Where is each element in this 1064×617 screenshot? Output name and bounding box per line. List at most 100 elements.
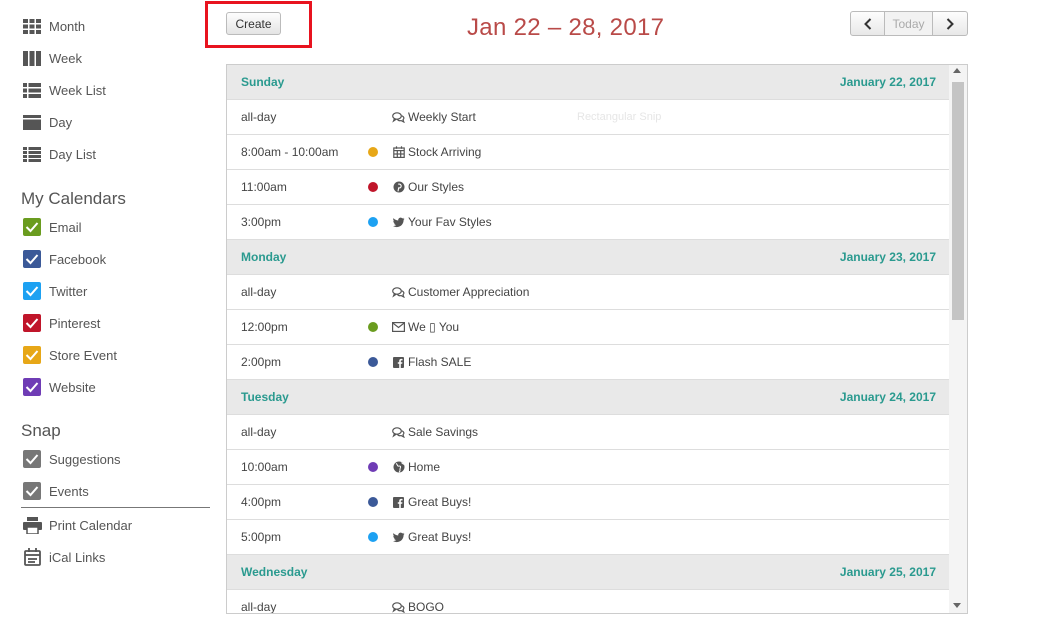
ical-links-link[interactable]: iCal Links <box>22 546 105 568</box>
previous-button[interactable] <box>850 11 885 36</box>
view-label: Day List <box>49 146 96 162</box>
scroll-thumb[interactable] <box>952 82 964 320</box>
checkbox-checked-icon[interactable] <box>23 250 41 268</box>
comments-icon <box>392 111 405 123</box>
view-week-list[interactable]: Week List <box>22 79 106 101</box>
event-row[interactable]: 8:00am - 10:00am Stock Arriving <box>227 135 950 170</box>
view-week[interactable]: Week <box>22 47 82 69</box>
checkbox-checked-icon[interactable] <box>23 378 41 396</box>
calendar-color-dot <box>368 357 378 367</box>
event-row[interactable]: 5:00pm Great Buys! <box>227 520 950 555</box>
event-title-text: Stock Arriving <box>408 145 482 159</box>
scroll-up-arrow-icon[interactable] <box>953 68 961 73</box>
event-row[interactable]: 4:00pm Great Buys! <box>227 485 950 520</box>
agenda-list[interactable]: Sunday January 22, 2017 all-day Weekly Star… <box>226 64 968 614</box>
week-columns-icon <box>22 50 42 67</box>
print-calendar-label: Print Calendar <box>49 517 133 533</box>
snap-heading: Snap <box>21 421 61 440</box>
event-row[interactable]: 10:00am Home <box>227 450 950 485</box>
event-row[interactable]: 11:00am Our Styles <box>227 170 950 205</box>
event-title-text: We ▯ You <box>408 320 460 334</box>
checkbox-checked-icon[interactable] <box>23 218 41 236</box>
checkbox-checked-icon[interactable] <box>23 314 41 332</box>
event-title-text: BOGO <box>408 600 445 614</box>
calendar-color-dot <box>368 182 378 192</box>
day-date: January 24, 2017 <box>839 390 936 404</box>
event-title[interactable]: Flash SALE <box>392 355 471 369</box>
event-title[interactable]: Great Buys! <box>392 495 471 509</box>
globe-icon <box>392 461 405 473</box>
view-day-list[interactable]: Day List <box>22 143 96 165</box>
checkbox-checked-icon[interactable] <box>23 482 41 500</box>
event-time: 8:00am - 10:00am <box>241 145 339 159</box>
calendar-website[interactable]: Website <box>23 377 96 397</box>
calendar-icon <box>22 548 42 566</box>
event-title[interactable]: Great Buys! <box>392 530 471 544</box>
checkbox-checked-icon[interactable] <box>23 346 41 364</box>
event-row[interactable]: all-day Customer Appreciation <box>227 275 950 310</box>
day-name: Tuesday <box>241 390 289 404</box>
calendar-facebook[interactable]: Facebook <box>23 249 106 269</box>
event-time: all-day <box>241 600 277 614</box>
event-title[interactable]: Customer Appreciation <box>392 285 529 299</box>
snap-label: Suggestions <box>49 451 121 467</box>
twitter-icon <box>392 216 405 228</box>
event-title[interactable]: Stock Arriving <box>392 145 481 159</box>
print-calendar-link[interactable]: Print Calendar <box>22 514 132 536</box>
event-title-text: Flash SALE <box>408 355 472 369</box>
day-list-icon <box>22 146 42 163</box>
event-row[interactable]: all-day Weekly Start Rectangular Snip <box>227 100 950 135</box>
event-time: all-day <box>241 110 277 124</box>
next-button[interactable] <box>933 11 968 36</box>
calendar-color-dot <box>368 462 378 472</box>
calendar-email[interactable]: Email <box>23 217 82 237</box>
view-day[interactable]: Day <box>22 111 72 133</box>
snap-suggestions[interactable]: Suggestions <box>23 449 121 469</box>
calendar-label: Website <box>49 379 96 395</box>
calendar-twitter[interactable]: Twitter <box>23 281 87 301</box>
ghost-overlay-text: Rectangular Snip <box>577 111 662 123</box>
event-title[interactable]: Your Fav Styles <box>392 215 492 229</box>
event-time: 5:00pm <box>241 530 282 544</box>
ical-links-label: iCal Links <box>49 549 106 565</box>
calendar-store-event[interactable]: Store Event <box>23 345 117 365</box>
event-title-text: Great Buys! <box>408 530 472 544</box>
snap-events[interactable]: Events <box>23 481 89 501</box>
day-date: January 25, 2017 <box>839 565 936 579</box>
facebook-icon <box>392 356 405 368</box>
comments-icon <box>392 601 405 613</box>
event-title[interactable]: We ▯ You <box>392 320 459 334</box>
calendar-color-dot <box>368 532 378 542</box>
scroll-down-arrow-icon[interactable] <box>953 603 961 608</box>
event-row[interactable]: all-day BOGO <box>227 590 950 614</box>
comments-icon <box>392 286 405 298</box>
event-row[interactable]: all-day Sale Savings <box>227 415 950 450</box>
event-row[interactable]: 3:00pm Your Fav Styles <box>227 205 950 240</box>
event-title[interactable]: BOGO <box>392 600 445 614</box>
view-month[interactable]: Month <box>22 15 85 37</box>
view-label: Day <box>49 114 73 130</box>
event-row[interactable]: 12:00pm We ▯ You <box>227 310 950 345</box>
snap-label: Events <box>49 483 89 499</box>
view-label: Week <box>49 50 82 66</box>
sidebar: Month Week Week List Day Day List My Cal… <box>0 0 215 617</box>
day-name: Sunday <box>241 75 285 89</box>
event-title[interactable]: Home <box>392 460 440 474</box>
event-title[interactable]: Our Styles <box>392 180 464 194</box>
create-button[interactable]: Create <box>226 12 281 35</box>
checkbox-checked-icon[interactable] <box>23 450 41 468</box>
calendar-pinterest[interactable]: Pinterest <box>23 313 100 333</box>
event-time: 10:00am <box>241 460 288 474</box>
date-navigation: Today <box>850 11 968 36</box>
checkbox-checked-icon[interactable] <box>23 282 41 300</box>
today-button[interactable]: Today <box>885 11 933 36</box>
day-icon <box>22 114 42 131</box>
event-time: 3:00pm <box>241 215 282 229</box>
event-title[interactable]: Weekly Start <box>392 110 476 124</box>
event-time: all-day <box>241 425 277 439</box>
scrollbar[interactable] <box>949 65 967 613</box>
calendar-color-dot <box>368 497 378 507</box>
event-title[interactable]: Sale Savings <box>392 425 478 439</box>
event-time: 2:00pm <box>241 355 282 369</box>
event-row[interactable]: 2:00pm Flash SALE <box>227 345 950 380</box>
